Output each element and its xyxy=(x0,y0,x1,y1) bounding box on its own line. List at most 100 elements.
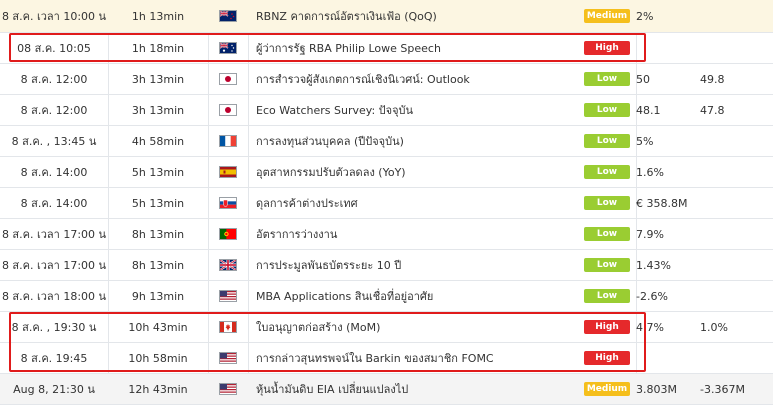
time-remaining: 8h 13min xyxy=(131,227,185,241)
importance-badge: Low xyxy=(584,72,630,86)
country-flag-cell xyxy=(208,126,248,156)
time-remaining: 4h 58min xyxy=(131,134,185,148)
event-name[interactable]: การลงทุนส่วนบุคคล (ปีปัจจุบัน) xyxy=(256,126,576,156)
time-remaining: 8h 13min xyxy=(131,258,185,272)
event-name[interactable]: ผู้ว่าการรัฐ RBA Philip Lowe Speech xyxy=(256,33,576,63)
event-name[interactable]: หุ้นน้ำมันดิบ EIA เปลี่ยนแปลงไป xyxy=(256,374,576,404)
importance-badge: Low xyxy=(584,134,630,148)
event-time: 8 ส.ค. 12:00 xyxy=(20,73,88,86)
table-row[interactable]: Aug 8, 21:30 น 12h 43min หุ้นน้ำมันดิบ EIA… xyxy=(0,374,773,405)
time-remaining: 3h 13min xyxy=(131,103,185,117)
event-name[interactable]: RBNZ คาดการณ์อัตราเงินเฟ้อ (QoQ) xyxy=(256,0,576,32)
portugal-flag xyxy=(219,228,237,240)
event-name[interactable]: อัตราการว่างงาน xyxy=(256,219,576,249)
importance-cell: Low xyxy=(582,219,632,249)
event-name[interactable]: การสำรวจผู้สังเกตการณ์เชิงนิเวศน์: Outlo… xyxy=(256,64,576,94)
previous-value xyxy=(700,250,770,280)
actual-value xyxy=(636,343,696,373)
table-row[interactable]: 8 ส.ค. 12:00 3h 13min การสำรวจผู้สังเกตการ… xyxy=(0,64,773,95)
actual-value: € 358.8M xyxy=(636,196,688,210)
event-name[interactable]: ดุลการค้าต่างประเทศ xyxy=(256,188,576,218)
event-time: 8 ส.ค. เวลา 10:00 น xyxy=(1,10,107,23)
new-zealand-flag xyxy=(219,10,237,22)
importance-cell: Low xyxy=(582,281,632,311)
table-row[interactable]: 8 ส.ค. เวลา 10:00 น 1h 13min RBNZ คาดการณ์… xyxy=(0,0,773,33)
event-time: 8 ส.ค. เวลา 18:00 น xyxy=(1,290,107,303)
importance-badge: High xyxy=(584,351,630,365)
event-name[interactable]: Eco Watchers Survey: ปัจจุบัน xyxy=(256,95,576,125)
event-time: Aug 8, 21:30 น xyxy=(13,383,95,396)
france-flag xyxy=(219,135,237,147)
economic-calendar-table: 8 ส.ค. เวลา 10:00 น 1h 13min RBNZ คาดการณ์… xyxy=(0,0,773,405)
importance-cell: Low xyxy=(582,157,632,187)
importance-cell: High xyxy=(582,33,632,63)
country-flag-cell xyxy=(208,157,248,187)
importance-cell: Low xyxy=(582,95,632,125)
country-flag-cell xyxy=(208,0,248,32)
country-flag-cell xyxy=(208,374,248,404)
importance-badge: Low xyxy=(584,103,630,117)
country-flag-cell xyxy=(208,281,248,311)
importance-badge: Low xyxy=(584,258,630,272)
country-flag-cell xyxy=(208,250,248,280)
table-row[interactable]: 8 ส.ค. เวลา 17:00 น 8h 13min การประมูลพันธ… xyxy=(0,250,773,281)
country-flag-cell xyxy=(208,312,248,342)
actual-value: 1.43% xyxy=(636,258,671,272)
previous-value xyxy=(700,219,770,249)
actual-value: 50 xyxy=(636,72,650,86)
table-row[interactable]: 8 ส.ค. 14:00 5h 13min ดุลการค้าต่างประเทศ L… xyxy=(0,188,773,219)
canada-flag xyxy=(219,321,237,333)
actual-value: 3.803M xyxy=(636,382,677,396)
importance-cell: Low xyxy=(582,250,632,280)
event-time: 8 ส.ค. เวลา 17:00 น xyxy=(1,228,107,241)
importance-badge: Low xyxy=(584,227,630,241)
table-row[interactable]: 8 ส.ค. 14:00 5h 13min อุตสาหกรรมปรับตัวลดล… xyxy=(0,157,773,188)
country-flag-cell xyxy=(208,343,248,373)
importance-badge: Low xyxy=(584,289,630,303)
table-row[interactable]: 8 ส.ค. เวลา 17:00 น 8h 13min อัตราการว่างง… xyxy=(0,219,773,250)
importance-cell: Low xyxy=(582,188,632,218)
previous-value xyxy=(700,343,770,373)
australia-flag xyxy=(219,42,237,54)
previous-value xyxy=(700,126,770,156)
event-name[interactable]: การกล่าวสุนทรพจน์ใน Barkin ของสมาชิก FOM… xyxy=(256,343,576,373)
country-flag-cell xyxy=(208,33,248,63)
actual-value: 2% xyxy=(636,9,654,23)
importance-cell: Low xyxy=(582,126,632,156)
country-flag-cell xyxy=(208,219,248,249)
importance-cell: Low xyxy=(582,64,632,94)
event-name[interactable]: การประมูลพันธบัตรระยะ 10 ปี xyxy=(256,250,576,280)
japan-flag xyxy=(219,73,237,85)
event-time: 8 ส.ค. , 19:30 น xyxy=(11,321,97,334)
table-row[interactable]: 8 ส.ค. เวลา 18:00 น 9h 13min MBA Applicati… xyxy=(0,281,773,312)
event-time: 8 ส.ค. 12:00 xyxy=(20,104,88,117)
event-name[interactable]: อุตสาหกรรมปรับตัวลดลง (YoY) xyxy=(256,157,576,187)
time-remaining: 5h 13min xyxy=(131,196,185,210)
importance-badge: Medium xyxy=(584,382,630,396)
united-states-flag xyxy=(219,352,237,364)
table-row[interactable]: 8 ส.ค. 12:00 3h 13min Eco Watchers Survey:… xyxy=(0,95,773,126)
table-row[interactable]: 08 ส.ค. 10:05 1h 18min ผู้ว่าการรัฐ RBA Ph… xyxy=(0,33,773,64)
time-remaining: 1h 18min xyxy=(131,41,185,55)
table-row[interactable]: 8 ส.ค. , 19:30 น 10h 43min ใบอนุญาตก่อสร้า… xyxy=(0,312,773,343)
slovakia-flag xyxy=(219,197,237,209)
importance-badge: Medium xyxy=(584,9,630,23)
country-flag-cell xyxy=(208,188,248,218)
event-time: 8 ส.ค. , 13:45 น xyxy=(11,135,97,148)
actual-value: -2.6% xyxy=(636,289,668,303)
previous-value xyxy=(700,281,770,311)
united-kingdom-flag xyxy=(219,259,237,271)
time-remaining: 9h 13min xyxy=(131,289,185,303)
time-remaining: 10h 43min xyxy=(128,320,188,334)
country-flag-cell xyxy=(208,64,248,94)
table-row[interactable]: 8 ส.ค. 19:45 10h 58min การกล่าวสุนทรพจน์ใน… xyxy=(0,343,773,374)
event-name[interactable]: ใบอนุญาตก่อสร้าง (MoM) xyxy=(256,312,576,342)
actual-value: 7.9% xyxy=(636,227,664,241)
previous-value xyxy=(700,188,770,218)
event-name[interactable]: MBA Applications สินเชื่อที่อยู่อาศัย xyxy=(256,281,576,311)
previous-value xyxy=(700,157,770,187)
previous-value xyxy=(700,0,770,32)
time-remaining: 12h 43min xyxy=(128,382,188,396)
table-row[interactable]: 8 ส.ค. , 13:45 น 4h 58min การลงทุนส่วนบุคค… xyxy=(0,126,773,157)
importance-badge: Low xyxy=(584,165,630,179)
